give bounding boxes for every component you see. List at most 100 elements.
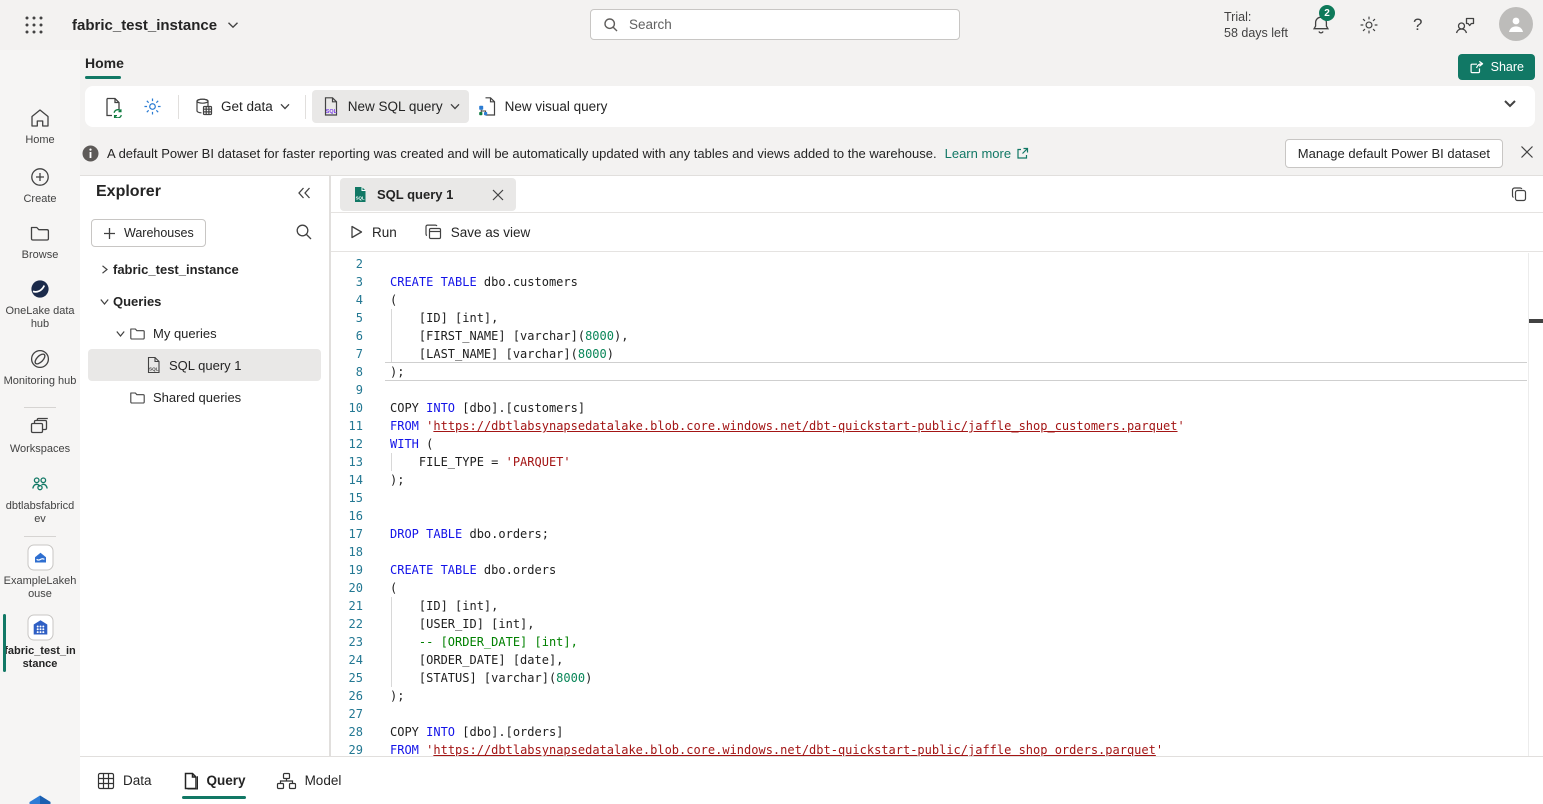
tree-item-shared-queries[interactable]: Shared queries	[88, 381, 321, 413]
code-line-content	[390, 381, 1543, 399]
folder-icon	[129, 325, 146, 342]
save-as-view-button[interactable]: Save as view	[425, 224, 531, 240]
play-icon	[350, 225, 363, 239]
code-line-content	[390, 543, 1543, 561]
rail-item-label: Create	[0, 193, 80, 206]
lakehouse-icon	[0, 544, 80, 571]
line-number: 8	[332, 363, 363, 381]
rail-item-home[interactable]: Home	[0, 106, 80, 147]
indent-guide	[391, 453, 392, 471]
workspace-switcher[interactable]: fabric_test_instance	[72, 0, 239, 50]
code-line-14: 14);	[332, 471, 1543, 489]
refresh-button[interactable]	[93, 90, 133, 123]
view-tab-data[interactable]: Data	[97, 757, 152, 804]
account-avatar[interactable]	[1499, 7, 1533, 41]
banner-message: A default Power BI dataset for faster re…	[107, 146, 937, 161]
rail-item-label: Monitoring hub	[0, 375, 80, 388]
code-line-13: 13 FILE_TYPE = 'PARQUET'	[332, 453, 1543, 471]
search-input[interactable]	[627, 16, 959, 33]
manage-default-dataset-button[interactable]: Manage default Power BI dataset	[1285, 139, 1503, 168]
line-number: 27	[332, 705, 363, 723]
home-icon	[0, 106, 80, 130]
line-number: 19	[332, 561, 363, 579]
toolbar-divider	[305, 95, 306, 119]
code-line-15: 15	[332, 489, 1543, 507]
rail-item-examplelakehouse[interactable]: ExampleLakehouse	[0, 544, 80, 601]
rail-item-browse[interactable]: Browse	[0, 221, 80, 262]
rail-item-label: ExampleLakehouse	[0, 575, 80, 601]
line-number: 5	[332, 309, 363, 327]
rail-item-workspaces[interactable]: Workspaces	[0, 415, 80, 456]
line-number: 21	[332, 597, 363, 615]
code-line-content: [LAST_NAME] [varchar](8000)	[390, 345, 1543, 363]
help-icon[interactable]: ?	[1407, 13, 1429, 35]
feedback-icon[interactable]	[1453, 14, 1475, 36]
line-number: 10	[332, 399, 363, 417]
line-number: 6	[332, 327, 363, 345]
sql-code-editor[interactable]: 23CREATE TABLE dbo.customers4(5 [ID] [in…	[332, 253, 1543, 756]
explorer-search-icon[interactable]	[295, 223, 313, 241]
collapse-ribbon-chevron-icon[interactable]	[1503, 99, 1517, 108]
tab-home[interactable]: Home	[85, 55, 124, 71]
rail-item-fabric-test-instance[interactable]: fabric_test_instance	[0, 614, 80, 671]
rail-item-data-warehouse[interactable]: Data Warehouse	[0, 792, 80, 804]
share-button[interactable]: Share	[1458, 54, 1535, 80]
indent-guide	[391, 327, 392, 345]
settings-gear-icon[interactable]	[1358, 14, 1380, 36]
code-line-7: 7 [LAST_NAME] [varchar](8000)	[332, 345, 1543, 363]
get-data-label: Get data	[221, 99, 273, 114]
rail-item-dbtlabsfabricdev[interactable]: dbtlabsfabricdev	[0, 472, 80, 526]
code-line-22: 22 [USER_ID] [int],	[332, 615, 1543, 633]
line-number: 17	[332, 525, 363, 543]
sql-file-green-icon: SQL	[352, 186, 368, 203]
tree-item-queries[interactable]: Queries	[88, 285, 321, 317]
tree-item-my-queries[interactable]: My queries	[88, 317, 321, 349]
code-line-11: 11FROM 'https://dbtlabsynapsedatalake.bl…	[332, 417, 1543, 435]
learn-more-link[interactable]: Learn more	[945, 146, 1029, 161]
model-icon	[276, 772, 297, 790]
new-visual-query-button[interactable]: New visual query	[469, 90, 617, 123]
tree-item-sql-query-1[interactable]: SQLSQL query 1	[88, 349, 321, 381]
code-line-content: CREATE TABLE dbo.orders	[390, 561, 1543, 579]
view-tab-label: Query	[207, 773, 246, 788]
code-line-24: 24 [ORDER_DATE] [date],	[332, 651, 1543, 669]
code-line-content: [STATUS] [varchar](8000)	[390, 669, 1543, 687]
cursor-position-marker	[1529, 319, 1543, 323]
code-line-8: 8);	[332, 363, 1543, 381]
query-toolbar: Run Save as view	[331, 213, 1543, 252]
tab-sql-query-1[interactable]: SQL SQL query 1	[340, 178, 516, 211]
onelake-icon	[0, 277, 80, 301]
editor-overview-ruler[interactable]	[1528, 253, 1543, 756]
indent-guide	[391, 309, 392, 327]
view-tab-model[interactable]: Model	[276, 757, 342, 804]
new-sql-query-button[interactable]: SQL New SQL query	[312, 90, 469, 123]
chevron-down-icon[interactable]	[95, 296, 113, 307]
code-line-28: 28COPY INTO [dbo].[orders]	[332, 723, 1543, 741]
collapse-panel-icon[interactable]	[297, 187, 311, 199]
rail-item-onelake-data-hub[interactable]: OneLake data hub	[0, 277, 80, 331]
browse-icon	[0, 221, 80, 245]
code-line-content: [ID] [int],	[390, 597, 1543, 615]
line-number: 11	[332, 417, 363, 435]
view-tab-query[interactable]: Query	[182, 757, 246, 804]
chevron-right-icon[interactable]	[95, 264, 113, 275]
copy-icon[interactable]	[1510, 185, 1529, 204]
rail-item-create[interactable]: Create	[0, 165, 80, 206]
tool-settings-button[interactable]	[133, 90, 172, 123]
waffle-menu-icon[interactable]	[23, 14, 45, 36]
run-button[interactable]: Run	[350, 225, 397, 240]
chevron-down-icon[interactable]	[111, 328, 129, 339]
toolbar-divider	[178, 95, 179, 119]
trial-label: Trial:	[1224, 9, 1288, 25]
code-line-content: COPY INTO [dbo].[orders]	[390, 723, 1543, 741]
warehouses-button[interactable]: Warehouses	[91, 219, 206, 247]
get-data-button[interactable]: Get data	[185, 90, 299, 123]
code-line-26: 26);	[332, 687, 1543, 705]
tree-item-fabric-test-instance[interactable]: fabric_test_instance	[88, 253, 321, 285]
close-tab-icon[interactable]	[492, 189, 504, 201]
notification-badge: 2	[1319, 5, 1335, 21]
line-number: 9	[332, 381, 363, 399]
banner-close-icon[interactable]	[1520, 145, 1534, 159]
create-icon	[0, 165, 80, 189]
rail-item-monitoring-hub[interactable]: Monitoring hub	[0, 347, 80, 388]
